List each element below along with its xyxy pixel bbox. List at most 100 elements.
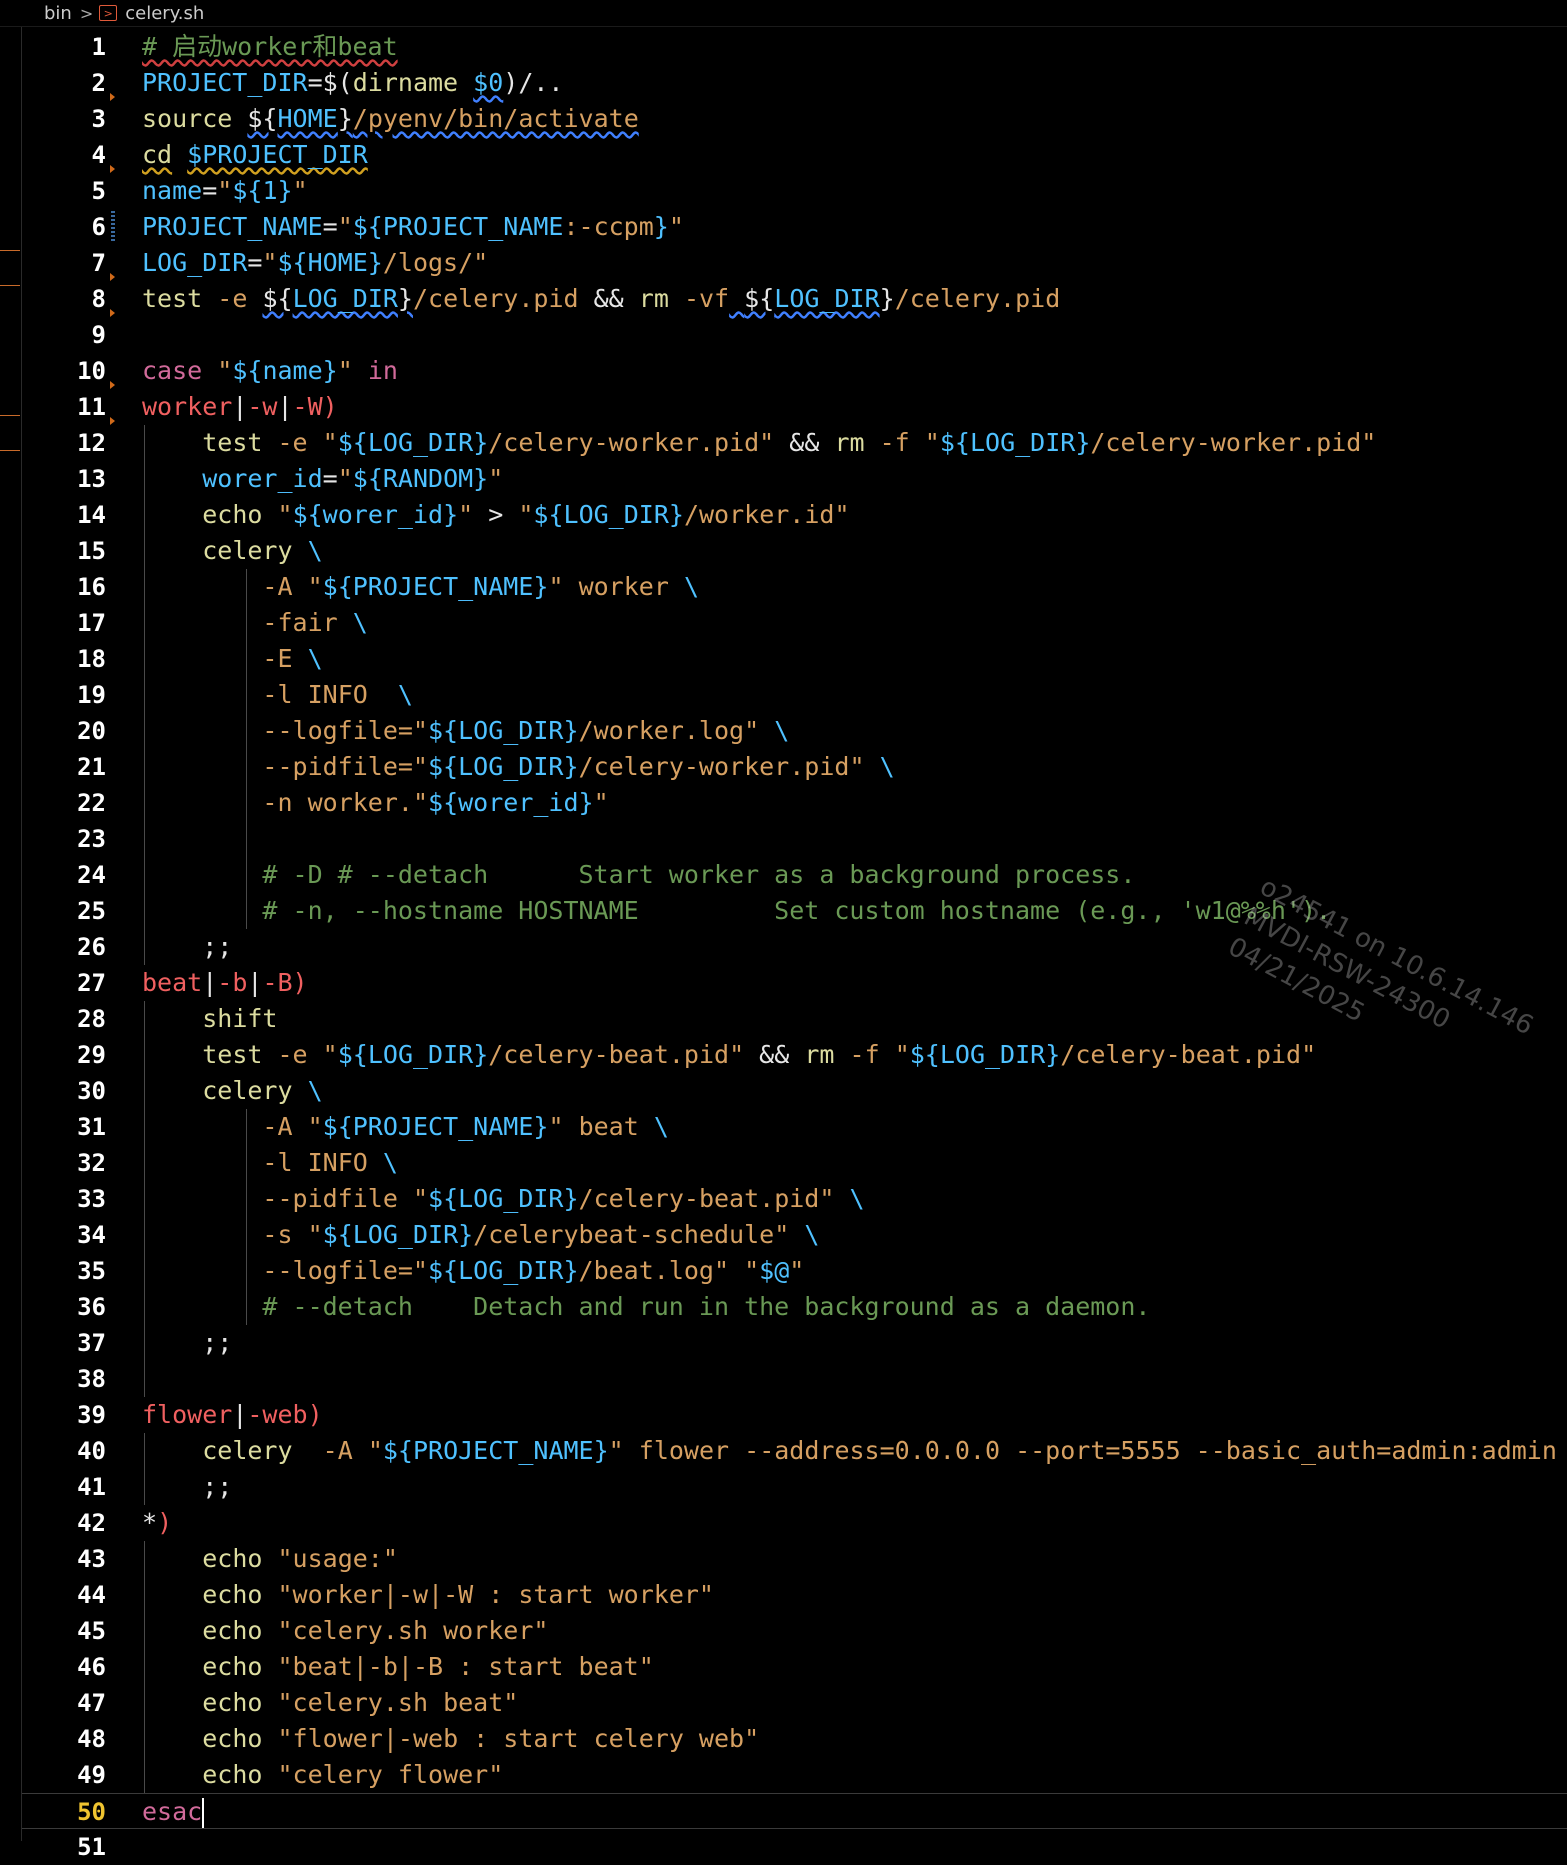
code-text[interactable]: -l INFO \ <box>142 677 413 713</box>
code-line[interactable]: 45 echo "celery.sh worker" <box>22 1613 1567 1649</box>
code-line[interactable]: 4 cd $PROJECT_DIR <box>22 137 1567 173</box>
code-text[interactable]: --pidfile "${LOG_DIR}/celery-beat.pid" \ <box>142 1181 864 1217</box>
code-line[interactable]: 21 --pidfile="${LOG_DIR}/celery-worker.p… <box>22 749 1567 785</box>
code-line[interactable]: 14 echo "${worer_id}" > "${LOG_DIR}/work… <box>22 497 1567 533</box>
code-text[interactable]: # -D # --detach Start worker as a backgr… <box>142 857 1135 893</box>
code-text[interactable]: --logfile="${LOG_DIR}/worker.log" \ <box>142 713 789 749</box>
code-text[interactable]: echo "usage:" <box>142 1541 398 1577</box>
fold-arrow-icon[interactable] <box>110 309 115 317</box>
code-text[interactable]: echo "celery.sh beat" <box>142 1685 518 1721</box>
code-line[interactable]: 19 -l INFO \ <box>22 677 1567 713</box>
code-line[interactable]: 29 test -e "${LOG_DIR}/celery-beat.pid" … <box>22 1037 1567 1073</box>
code-line[interactable]: 27 beat|-b|-B) <box>22 965 1567 1001</box>
code-text[interactable]: echo "celery flower" <box>142 1757 503 1793</box>
code-text[interactable]: celery -A "${PROJECT_NAME}" flower --add… <box>142 1433 1557 1469</box>
code-line[interactable]: 10 case "${name}" in <box>22 353 1567 389</box>
code-line[interactable]: 50 esac <box>22 1793 1567 1829</box>
code-line[interactable]: 6 PROJECT_NAME="${PROJECT_NAME:-ccpm}" <box>22 209 1567 245</box>
code-line[interactable]: 33 --pidfile "${LOG_DIR}/celery-beat.pid… <box>22 1181 1567 1217</box>
code-text[interactable]: -s "${LOG_DIR}/celerybeat-schedule" \ <box>142 1217 819 1253</box>
code-text[interactable]: shift <box>142 1001 277 1037</box>
breadcrumb-folder[interactable]: bin <box>44 3 72 24</box>
code-text[interactable]: -E \ <box>142 641 322 677</box>
code-text[interactable]: echo "${worer_id}" > "${LOG_DIR}/worker.… <box>142 497 849 533</box>
code-line[interactable]: 17 -fair \ <box>22 605 1567 641</box>
code-text[interactable]: case "${name}" in <box>142 353 398 389</box>
code-text[interactable]: echo "worker|-w|-W : start worker" <box>142 1577 714 1613</box>
code-line[interactable]: 37 ;; <box>22 1325 1567 1361</box>
fold-arrow-icon[interactable] <box>110 165 115 173</box>
code-text[interactable]: # 启动worker和beat <box>142 29 398 65</box>
code-line[interactable]: 20 --logfile="${LOG_DIR}/worker.log" \ <box>22 713 1567 749</box>
code-line[interactable]: 5 name="${1}" <box>22 173 1567 209</box>
code-line[interactable]: 28 shift <box>22 1001 1567 1037</box>
code-text[interactable]: # --detach Detach and run in the backgro… <box>142 1289 1150 1325</box>
code-text[interactable]: --logfile="${LOG_DIR}/beat.log" "$@" <box>142 1253 804 1289</box>
code-line[interactable]: 13 worer_id="${RANDOM}" <box>22 461 1567 497</box>
code-line[interactable]: 15 celery \ <box>22 533 1567 569</box>
code-text[interactable]: cd $PROJECT_DIR <box>142 137 368 173</box>
code-line[interactable]: 47 echo "celery.sh beat" <box>22 1685 1567 1721</box>
code-text[interactable]: worker|-w|-W) <box>142 389 338 425</box>
code-line[interactable]: 34 -s "${LOG_DIR}/celerybeat-schedule" \ <box>22 1217 1567 1253</box>
code-line[interactable]: 24 # -D # --detach Start worker as a bac… <box>22 857 1567 893</box>
breadcrumb-file[interactable]: celery.sh <box>125 3 204 24</box>
code-line[interactable]: 16 -A "${PROJECT_NAME}" worker \ <box>22 569 1567 605</box>
code-text[interactable]: flower|-web) <box>142 1397 323 1433</box>
code-line[interactable]: 11 worker|-w|-W) <box>22 389 1567 425</box>
code-line[interactable]: 1 # 启动worker和beat <box>22 29 1567 65</box>
code-text[interactable]: source ${HOME}/pyenv/bin/activate <box>142 101 639 137</box>
code-line[interactable]: 12 test -e "${LOG_DIR}/celery-worker.pid… <box>22 425 1567 461</box>
fold-arrow-icon[interactable] <box>110 93 115 101</box>
code-line[interactable]: 46 echo "beat|-b|-B : start beat" <box>22 1649 1567 1685</box>
code-text[interactable]: esac <box>142 1794 205 1830</box>
code-line[interactable]: 51 <box>22 1829 1567 1865</box>
code-line[interactable]: 2 PROJECT_DIR=$(dirname $0)/.. <box>22 65 1567 101</box>
code-text[interactable]: test -e "${LOG_DIR}/celery-worker.pid" &… <box>142 425 1376 461</box>
code-text[interactable]: -n worker."${worer_id}" <box>142 785 608 821</box>
code-line[interactable]: 36 # --detach Detach and run in the back… <box>22 1289 1567 1325</box>
code-line[interactable]: 8 test -e ${LOG_DIR}/celery.pid && rm -vf… <box>22 281 1567 317</box>
code-line[interactable]: 49 echo "celery flower" <box>22 1757 1567 1793</box>
code-text[interactable]: ;; <box>142 1325 232 1361</box>
code-line[interactable]: 9 <box>22 317 1567 353</box>
code-line[interactable]: 18 -E \ <box>22 641 1567 677</box>
code-line[interactable]: 41 ;; <box>22 1469 1567 1505</box>
code-line[interactable]: 26 ;; <box>22 929 1567 965</box>
code-line[interactable]: 39 flower|-web) <box>22 1397 1567 1433</box>
code-text[interactable]: test -e "${LOG_DIR}/celery-beat.pid" && … <box>142 1037 1316 1073</box>
code-line[interactable]: 22 -n worker."${worer_id}" <box>22 785 1567 821</box>
code-text[interactable]: test -e ${LOG_DIR}/celery.pid && rm -vf … <box>142 281 1060 317</box>
code-text[interactable]: PROJECT_NAME="${PROJECT_NAME:-ccpm}" <box>142 209 684 245</box>
code-text[interactable]: celery \ <box>142 1073 322 1109</box>
code-editor[interactable]: 1 # 启动worker和beat 2 PROJECT_DIR=$(dirname $… <box>22 29 1567 1865</box>
code-text[interactable]: worer_id="${RANDOM}" <box>142 461 503 497</box>
code-line[interactable]: 35 --logfile="${LOG_DIR}/beat.log" "$@" <box>22 1253 1567 1289</box>
code-line[interactable]: 40 celery -A "${PROJECT_NAME}" flower --… <box>22 1433 1567 1469</box>
code-text[interactable]: echo "beat|-b|-B : start beat" <box>142 1649 654 1685</box>
code-text[interactable]: -fair \ <box>142 605 367 641</box>
code-line[interactable]: 30 celery \ <box>22 1073 1567 1109</box>
code-text[interactable]: name="${1}" <box>142 173 308 209</box>
code-line[interactable]: 38 <box>22 1361 1567 1397</box>
code-line[interactable]: 43 echo "usage:" <box>22 1541 1567 1577</box>
code-line[interactable]: 25 # -n, --hostname HOSTNAME Set custom … <box>22 893 1567 929</box>
code-text[interactable]: celery \ <box>142 533 322 569</box>
code-line[interactable]: 7 LOG_DIR="${HOME}/logs/" <box>22 245 1567 281</box>
code-text[interactable]: ;; <box>142 929 232 965</box>
code-line[interactable]: 3 source ${HOME}/pyenv/bin/activate <box>22 101 1567 137</box>
code-text[interactable]: -A "${PROJECT_NAME}" worker \ <box>142 569 699 605</box>
code-line[interactable]: 32 -l INFO \ <box>22 1145 1567 1181</box>
fold-arrow-icon[interactable] <box>110 273 115 281</box>
code-text[interactable]: # -n, --hostname HOSTNAME Set custom hos… <box>142 893 1331 929</box>
code-text[interactable]: -l INFO \ <box>142 1145 398 1181</box>
fold-arrow-icon[interactable] <box>110 417 115 425</box>
code-text[interactable]: beat|-b|-B) <box>142 965 308 1001</box>
code-text[interactable]: LOG_DIR="${HOME}/logs/" <box>142 245 488 281</box>
code-line[interactable]: 48 echo "flower|-web : start celery web" <box>22 1721 1567 1757</box>
code-line[interactable]: 23 <box>22 821 1567 857</box>
code-line[interactable]: 44 echo "worker|-w|-W : start worker" <box>22 1577 1567 1613</box>
code-line[interactable]: 42 *) <box>22 1505 1567 1541</box>
code-text[interactable]: *) <box>142 1505 172 1541</box>
code-text[interactable]: ;; <box>142 1469 232 1505</box>
